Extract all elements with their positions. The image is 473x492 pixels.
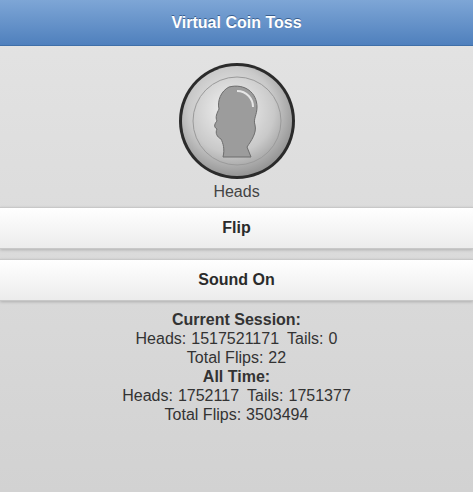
total-line: Total Flips:3503494 [165, 405, 309, 424]
heads-count: Heads:1517521171 [136, 329, 280, 348]
total-count: Total Flips:22 [187, 348, 286, 367]
header-title: Virtual Coin Toss [171, 14, 301, 32]
section-title: Current Session: [172, 310, 301, 329]
tails-count: Tails:1751377 [247, 386, 351, 405]
page: Virtual Coin Toss Heads Flip Sound On Curren… [0, 0, 473, 492]
action-button[interactable]: Flip [0, 207, 473, 249]
heads-count: Heads:1752117 [122, 386, 239, 405]
stats-section: Current Session:Heads:1517521171 Tails:0T… [136, 310, 338, 367]
counts-line: Heads:1517521171 Tails:0 [136, 329, 338, 348]
counts-line: Heads:1752117 Tails:1751377 [122, 386, 351, 405]
stats: Current Session:Heads:1517521171Tails:0T… [0, 310, 473, 424]
tails-count: Tails:0 [287, 329, 337, 348]
coin-area: Heads [0, 46, 473, 201]
button-list: Flip Sound On [0, 207, 473, 301]
section-title: All Time: [203, 367, 270, 386]
coin-icon[interactable] [177, 61, 297, 181]
total-line: Total Flips:22 [187, 348, 286, 367]
stats-section: All Time:Heads:1752117 Tails:1751377Total… [122, 367, 351, 424]
header-bar: Virtual Coin Toss [0, 0, 473, 46]
coin-face-label: Heads [213, 183, 259, 201]
total-count: Total Flips:3503494 [165, 405, 309, 424]
action-button[interactable]: Sound On [0, 259, 473, 301]
